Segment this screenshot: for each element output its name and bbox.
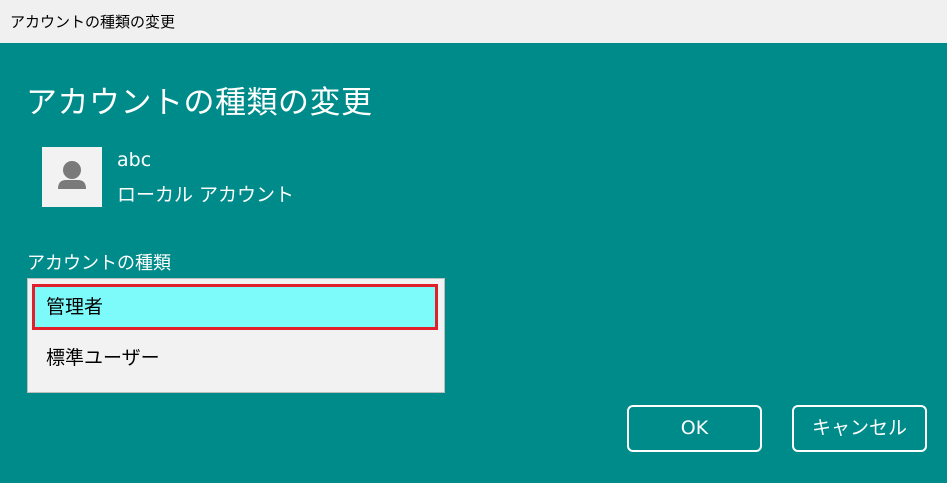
title-bar: アカウントの種類の変更 xyxy=(0,0,947,43)
account-type-listbox[interactable]: 管理者 標準ユーザー xyxy=(27,278,445,393)
ok-button[interactable]: OK xyxy=(627,405,762,452)
account-type-label: アカウントの種類 xyxy=(27,253,171,274)
user-avatar xyxy=(42,147,102,207)
account-kind: ローカル アカウント xyxy=(117,184,295,206)
option-standard-user[interactable]: 標準ユーザー xyxy=(32,336,438,382)
dialog-content: アカウントの種類の変更 abc ローカル アカウント アカウントの種類 管理者 … xyxy=(0,43,947,483)
cancel-button[interactable]: キャンセル xyxy=(792,405,927,452)
window-title: アカウントの種類の変更 xyxy=(10,13,176,31)
page-title: アカウントの種類の変更 xyxy=(26,85,373,121)
option-administrator[interactable]: 管理者 xyxy=(32,284,438,330)
user-icon xyxy=(58,161,86,189)
user-name: abc xyxy=(117,149,152,171)
